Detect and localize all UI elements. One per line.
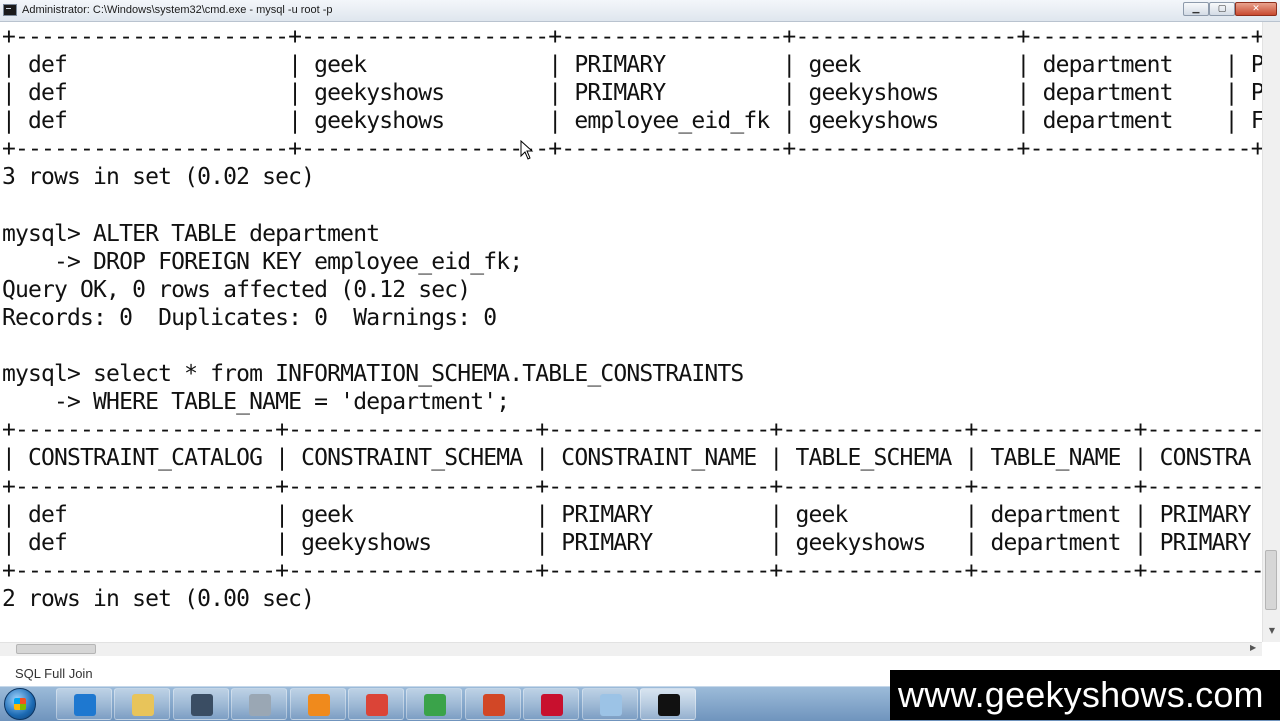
powerpoint-icon <box>482 694 505 716</box>
console-line: mysql> select * from INFORMATION_SCHEMA.… <box>2 361 744 388</box>
taskbar-button-internet-explorer[interactable] <box>56 688 112 720</box>
console-line: | def | geekyshows | employee_eid_fk | g… <box>2 108 1262 135</box>
scroll-down-arrow-icon[interactable]: ▼ <box>1266 626 1278 638</box>
media-player-icon <box>307 694 330 716</box>
taskbar-button-acrobat[interactable] <box>523 688 580 720</box>
vertical-scrollbar[interactable]: ▼ <box>1262 22 1280 642</box>
taskbar-button-media-player[interactable] <box>289 688 346 720</box>
taskbar-button-cmd[interactable] <box>640 688 696 720</box>
console-line: +--------------------+------------------… <box>2 473 1262 500</box>
taskbar-button-reader-app[interactable] <box>172 688 229 720</box>
cmd-icon <box>658 694 680 716</box>
console-line: -> DROP FOREIGN KEY employee_eid_fk; <box>2 248 523 275</box>
cmd-app-icon <box>3 4 17 16</box>
reader-app-icon <box>190 694 213 716</box>
horizontal-scrollbar[interactable]: ▶ <box>0 642 1262 656</box>
taskbar-button-powerpoint[interactable] <box>464 688 521 720</box>
console-line: -> WHERE TABLE_NAME = 'department'; <box>2 389 510 416</box>
vertical-scroll-thumb[interactable] <box>1265 550 1277 610</box>
scroll-right-arrow-icon[interactable]: ▶ <box>1250 643 1262 655</box>
console-text: +---------------------+-----------------… <box>2 23 1262 613</box>
file-explorer-icon <box>132 694 155 716</box>
taskbar-button-file-explorer[interactable] <box>114 688 171 720</box>
console-line: +---------------------+-----------------… <box>2 24 1262 50</box>
window-title: Administrator: C:\Windows\system32\cmd.e… <box>22 4 333 16</box>
console-line: +--------------------+------------------… <box>2 417 1262 444</box>
console-output[interactable]: +---------------------+-----------------… <box>0 22 1262 642</box>
console-line: +---------------------+-----------------… <box>2 136 1262 163</box>
console-line: | def | geek | PRIMARY | geek | departme… <box>2 52 1262 79</box>
console-line: mysql> ALTER TABLE department <box>2 220 380 247</box>
console-line: 2 rows in set (0.00 sec) <box>2 585 315 612</box>
maximize-button[interactable]: ▢ <box>1209 2 1235 16</box>
console-line: | def | geek | PRIMARY | geek | departme… <box>2 501 1252 528</box>
brand-watermark: www.geekyshows.com <box>890 670 1280 720</box>
console-line: | def | geekyshows | PRIMARY | geekyshow… <box>2 80 1262 107</box>
horizontal-scroll-thumb[interactable] <box>16 644 96 654</box>
console-line: | CONSTRAINT_CATALOG | CONSTRAINT_SCHEMA… <box>2 445 1252 472</box>
green-app-icon <box>424 694 447 716</box>
notepad-icon <box>599 694 622 716</box>
minimize-button[interactable]: ▁ <box>1183 2 1209 16</box>
console-line: 3 rows in set (0.02 sec) <box>2 164 315 191</box>
internet-explorer-icon <box>74 694 96 716</box>
video-caption: SQL Full Join <box>15 666 93 681</box>
console-line: +--------------------+------------------… <box>2 557 1262 584</box>
taskbar-button-green-app[interactable] <box>406 688 463 720</box>
window-titlebar: Administrator: C:\Windows\system32\cmd.e… <box>0 0 1280 22</box>
brand-url: www.geekyshows.com <box>898 674 1264 715</box>
console-line: Query OK, 0 rows affected (0.12 sec) <box>2 276 471 303</box>
taskbar-button-snipping-tool[interactable] <box>231 688 288 720</box>
console-line: | def | geekyshows | PRIMARY | geekyshow… <box>2 529 1252 556</box>
snipping-tool-icon <box>249 694 272 716</box>
start-button[interactable] <box>4 688 36 720</box>
taskbar-button-notepad[interactable] <box>581 688 638 720</box>
chrome-icon <box>366 694 388 716</box>
console-line: Records: 0 Duplicates: 0 Warnings: 0 <box>2 304 497 331</box>
acrobat-icon <box>541 694 564 716</box>
close-button[interactable]: ✕ <box>1235 2 1277 16</box>
taskbar-button-chrome[interactable] <box>348 688 404 720</box>
